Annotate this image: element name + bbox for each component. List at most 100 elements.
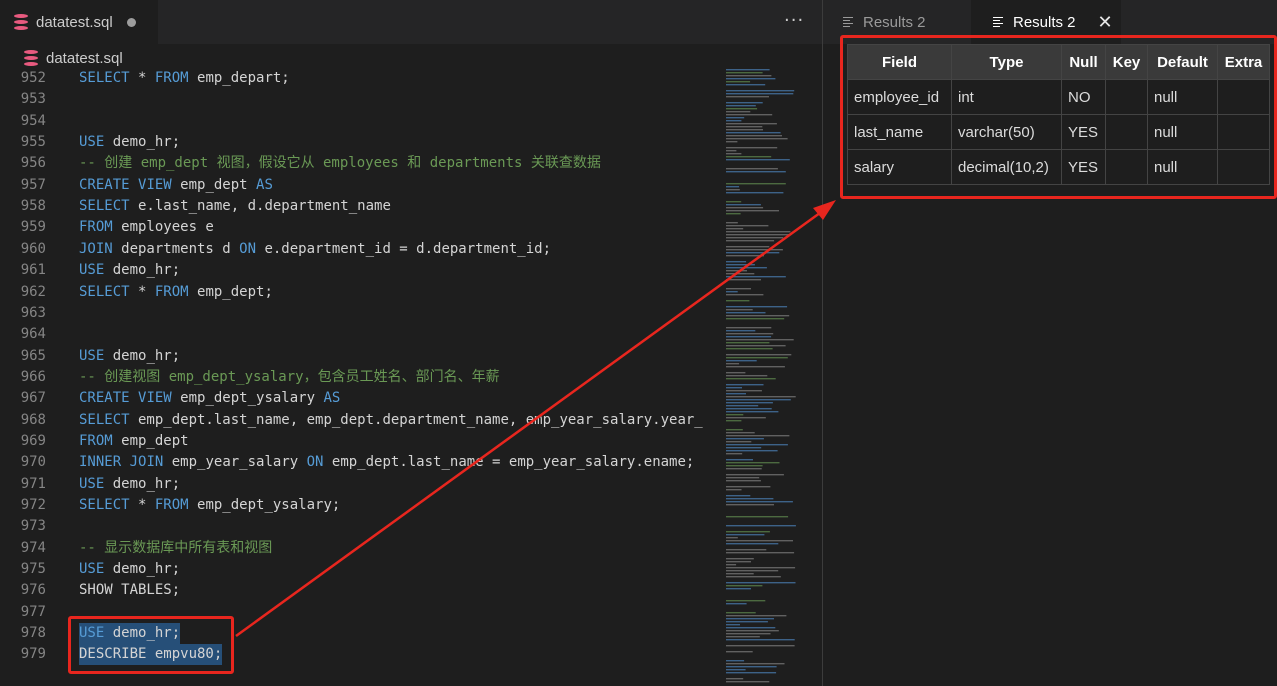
table-row[interactable]: employee_id int NO null: [847, 79, 1270, 115]
more-actions-icon[interactable]: ···: [784, 10, 804, 31]
line-number: 971: [20, 475, 46, 492]
line-number: 963: [20, 304, 46, 321]
code-line[interactable]: 955 USE demo_hr;: [0, 132, 720, 153]
code-line[interactable]: 961 USE demo_hr;: [0, 260, 720, 281]
code-line[interactable]: 969 FROM emp_dept: [0, 431, 720, 452]
table-cell[interactable]: [1217, 149, 1270, 185]
table-cell[interactable]: null: [1147, 149, 1218, 185]
code-line[interactable]: 966 -- 创建视图 emp_dept_ysalary，包含员工姓名、部门名、年…: [0, 367, 720, 388]
code-text: FROM emp_dept: [79, 432, 189, 449]
line-number: 977: [20, 603, 46, 620]
database-icon: [14, 14, 28, 30]
column-header-type[interactable]: Type: [951, 44, 1062, 80]
results-tab-inactive[interactable]: Results 2: [823, 0, 971, 44]
table-cell[interactable]: employee_id: [847, 79, 952, 115]
code-text: DESCRIBE empvu80;: [79, 644, 223, 666]
table-cell[interactable]: [1217, 79, 1270, 115]
code-line[interactable]: 965 USE demo_hr;: [0, 346, 720, 367]
line-number: 968: [20, 411, 46, 428]
code-line[interactable]: 956 -- 创建 emp_dept 视图，假设它从 employees 和 de…: [0, 153, 720, 174]
code-line[interactable]: 976 SHOW TABLES;: [0, 580, 720, 601]
code-line[interactable]: 970 INNER JOIN emp_year_salary ON emp_dep…: [0, 452, 720, 473]
table-cell[interactable]: null: [1147, 79, 1218, 115]
close-icon[interactable]: ✕: [1098, 12, 1113, 33]
code-line[interactable]: 977: [0, 602, 720, 623]
table-cell[interactable]: [1105, 79, 1148, 115]
code-line[interactable]: 963: [0, 303, 720, 324]
table-cell[interactable]: [1105, 149, 1148, 185]
code-line[interactable]: 959 FROM employees e: [0, 217, 720, 238]
line-number: 959: [20, 219, 46, 236]
results-tab-active[interactable]: Results 2 ✕: [971, 0, 1121, 44]
line-number: 960: [20, 240, 46, 257]
column-header-extra[interactable]: Extra: [1217, 44, 1270, 80]
code-line[interactable]: 972 SELECT * FROM emp_dept_ysalary;: [0, 495, 720, 516]
code-line[interactable]: 968 SELECT emp_dept.last_name, emp_dept.d…: [0, 410, 720, 431]
code-line[interactable]: 971 USE demo_hr;: [0, 474, 720, 495]
code-line[interactable]: 964: [0, 324, 720, 345]
code-line[interactable]: 974 -- 显示数据库中所有表和视图: [0, 538, 720, 559]
code-line[interactable]: 954: [0, 111, 720, 132]
table-cell[interactable]: salary: [847, 149, 952, 185]
code-line[interactable]: 953: [0, 89, 720, 110]
minimap[interactable]: [720, 67, 808, 686]
code-line[interactable]: 957 CREATE VIEW emp_dept AS: [0, 175, 720, 196]
table-cell[interactable]: int: [951, 79, 1062, 115]
column-header-key[interactable]: Key: [1105, 44, 1148, 80]
editor-pane: datatest.sql ··· datatest.sql 952 SELECT …: [0, 0, 822, 686]
column-header-null[interactable]: Null: [1061, 44, 1106, 80]
table-row[interactable]: last_name varchar(50) YES null: [847, 114, 1270, 150]
line-number: 964: [20, 326, 46, 343]
code-line[interactable]: 975 USE demo_hr;: [0, 559, 720, 580]
table-cell[interactable]: null: [1147, 114, 1218, 150]
breadcrumb-file-label: datatest.sql: [46, 49, 123, 67]
line-number: 954: [20, 112, 46, 129]
line-number: 957: [20, 176, 46, 193]
results-tab-label: Results 2: [1013, 13, 1076, 31]
table-cell[interactable]: [1105, 114, 1148, 150]
code-text: USE demo_hr;: [79, 623, 181, 645]
table-cell[interactable]: NO: [1061, 79, 1106, 115]
table-cell[interactable]: last_name: [847, 114, 952, 150]
table-row[interactable]: salary decimal(10,2) YES null: [847, 149, 1270, 185]
code-line[interactable]: 952 SELECT * FROM emp_depart;: [0, 68, 720, 89]
code-text: INNER JOIN emp_year_salary ON emp_dept.l…: [79, 454, 695, 471]
code-text: CREATE VIEW emp_dept_ysalary AS: [79, 390, 341, 407]
line-number: 979: [20, 646, 46, 663]
line-number: 967: [20, 390, 46, 407]
results-pane: Results 2 Results 2 ✕ Field Type Null Key De…: [823, 0, 1277, 686]
table-cell[interactable]: varchar(50): [951, 114, 1062, 150]
code-editor[interactable]: 952 SELECT * FROM emp_depart; 953 954 955 USE…: [0, 67, 720, 686]
line-number: 976: [20, 582, 46, 599]
table-cell[interactable]: [1217, 114, 1270, 150]
code-line[interactable]: 967 CREATE VIEW emp_dept_ysalary AS: [0, 388, 720, 409]
editor-tab-bar: datatest.sql ···: [0, 0, 822, 44]
table-lines-icon: [843, 16, 853, 28]
code-line[interactable]: 978 USE demo_hr;: [0, 623, 720, 645]
code-text: -- 创建 emp_dept 视图，假设它从 employees 和 depar…: [79, 155, 601, 172]
line-number: 972: [20, 497, 46, 513]
table-cell[interactable]: YES: [1061, 149, 1106, 185]
file-tab[interactable]: datatest.sql: [0, 0, 158, 44]
code-line[interactable]: 962 SELECT * FROM emp_dept;: [0, 282, 720, 303]
code-line[interactable]: 960 JOIN departments d ON e.department_id…: [0, 239, 720, 260]
unsaved-dot-icon[interactable]: [126, 17, 136, 27]
column-header-field[interactable]: Field: [847, 44, 952, 80]
line-number: 978: [20, 625, 46, 642]
line-number: 966: [20, 368, 46, 385]
results-tab-label: Results 2: [863, 13, 926, 31]
code-line[interactable]: 973: [0, 516, 720, 537]
line-number: 953: [20, 91, 46, 108]
line-number: 973: [20, 518, 46, 535]
code-text: -- 创建视图 emp_dept_ysalary，包含员工姓名、部门名、年薪: [79, 368, 500, 385]
editor-scrollbar[interactable]: [808, 67, 822, 686]
code-text: CREATE VIEW emp_dept AS: [79, 176, 273, 193]
code-text: SELECT e.last_name, d.department_name: [79, 198, 391, 215]
table-cell[interactable]: YES: [1061, 114, 1106, 150]
table-cell[interactable]: decimal(10,2): [951, 149, 1062, 185]
code-text: FROM employees e: [79, 219, 214, 236]
code-line[interactable]: 958 SELECT e.last_name, d.department_name: [0, 196, 720, 217]
line-number: 965: [20, 347, 46, 364]
column-header-default[interactable]: Default: [1147, 44, 1218, 80]
code-line[interactable]: 979 DESCRIBE empvu80;: [0, 644, 720, 666]
